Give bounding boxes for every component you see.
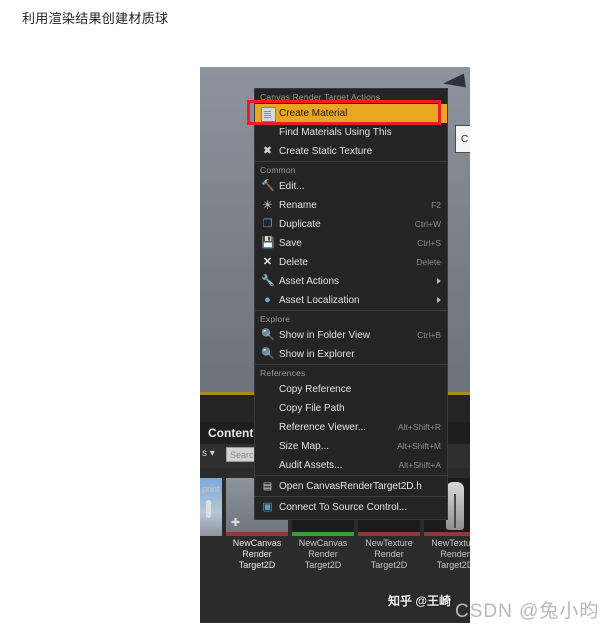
menu-item-size-map[interactable]: Size Map... Alt+Shift+M <box>255 437 447 456</box>
menu-item-label: Save <box>279 238 302 249</box>
menu-item-duplicate[interactable]: ❐ Duplicate Ctrl+W <box>255 215 447 234</box>
close-icon: ✕ <box>262 256 273 268</box>
page-title: 利用渲染结果创建材质球 <box>22 11 169 26</box>
menu-item-delete[interactable]: ✕ Delete Delete <box>255 253 447 272</box>
menu-item-shortcut: Ctrl+B <box>417 330 441 340</box>
menu-item-label: Delete <box>279 257 308 268</box>
menu-item-label: Show in Folder View <box>279 330 370 341</box>
mannequin-icon <box>446 482 464 530</box>
menu-item-shortcut: Ctrl+S <box>417 238 441 248</box>
menu-item-label: Copy File Path <box>279 403 345 414</box>
menu-item-label: Rename <box>279 200 317 211</box>
globe-icon: ● <box>264 294 271 306</box>
asset-type-accent-bar <box>424 532 470 536</box>
chevron-right-icon <box>437 278 441 284</box>
menu-item-edit[interactable]: 🔨 Edit... <box>255 177 447 196</box>
menu-item-shortcut: Delete <box>416 257 441 267</box>
menu-item-find-materials-using-this[interactable]: Find Materials Using This <box>255 123 447 142</box>
menu-item-save[interactable]: 💾 Save Ctrl+S <box>255 234 447 253</box>
menu-item-shortcut: Alt+Shift+M <box>397 441 441 451</box>
menu-item-create-material[interactable]: Create Material <box>255 104 447 123</box>
asset-label: NewCanvas Render Target2D <box>232 538 282 570</box>
menu-item-open-canvasrendertarget2d-h[interactable]: ▤ Open CanvasRenderTarget2D.h <box>255 477 447 496</box>
menu-item-shortcut: Alt+Shift+R <box>398 422 441 432</box>
menu-item-label: Size Map... <box>279 441 330 452</box>
menu-item-label: Connect To Source Control... <box>279 502 408 513</box>
menu-item-copy-reference[interactable]: Copy Reference <box>255 380 447 399</box>
csdn-watermark: CSDN @兔小昀 <box>455 601 600 622</box>
page-root: 利用渲染结果创建材质球 Content s ▾ Search print ✚ Ne… <box>0 0 604 633</box>
filters-dropdown[interactable]: s ▾ <box>202 448 215 459</box>
menu-item-asset-actions[interactable]: 🔧 Asset Actions <box>255 272 447 291</box>
menu-item-connect-to-source-control[interactable]: ▣ Connect To Source Control... <box>255 498 447 517</box>
duplicate-icon: ❐ <box>262 218 273 230</box>
star-icon: ✳ <box>262 198 273 212</box>
asset-label: NewTexture Render Target2D <box>365 538 413 570</box>
menu-item-shortcut: F2 <box>431 200 441 210</box>
menu-item-show-in-folder-view[interactable]: 🔍 Show in Folder View Ctrl+B <box>255 326 447 345</box>
add-icon[interactable]: ✚ <box>230 518 241 529</box>
asset-type-accent-bar <box>226 532 288 536</box>
context-menu[interactable]: Canvas Render Target Actions Create Mater… <box>254 88 448 520</box>
menu-item-label: Find Materials Using This <box>279 127 392 138</box>
menu-item-show-in-explorer[interactable]: 🔍 Show in Explorer <box>255 345 447 364</box>
menu-item-audit-assets[interactable]: Audit Assets... Alt+Shift+A <box>255 456 447 475</box>
magnifier-icon: 🔍 <box>261 329 275 341</box>
menu-section-header: Canvas Render Target Actions <box>260 92 381 102</box>
document-icon <box>261 107 276 122</box>
tooltip: C <box>455 125 470 153</box>
asset-type-accent-bar <box>292 532 354 536</box>
menu-item-reference-viewer[interactable]: Reference Viewer... Alt+Shift+R <box>255 418 447 437</box>
menu-item-label: Asset Localization <box>279 295 360 306</box>
cpp-header-icon: ▤ <box>262 481 273 492</box>
asset-label: NewCanvas Render Target2D <box>298 538 348 570</box>
menu-item-label: Asset Actions <box>279 276 340 287</box>
menu-item-copy-file-path[interactable]: Copy File Path <box>255 399 447 418</box>
menu-section-header: Explore <box>255 310 447 326</box>
menu-item-shortcut: Alt+Shift+A <box>398 460 441 470</box>
save-icon: 💾 <box>261 237 275 249</box>
menu-item-label: Audit Assets... <box>279 460 343 471</box>
hammer-icon: 🔨 <box>261 180 275 192</box>
menu-item-label: Create Material <box>279 108 348 119</box>
asset-label: NewTexture Render Target2D <box>431 538 470 570</box>
source-control-icon: ▣ <box>262 501 273 513</box>
chevron-right-icon <box>437 297 441 303</box>
menu-item-shortcut: Ctrl+W <box>414 219 441 229</box>
menu-item-label: Duplicate <box>279 219 321 230</box>
menu-item-label: Open CanvasRenderTarget2D.h <box>279 481 422 492</box>
asset-type-accent-bar <box>358 532 420 536</box>
tab-content[interactable]: Content <box>208 426 253 440</box>
texture-icon: ✖ <box>262 145 273 157</box>
menu-section-header: Common <box>255 161 447 177</box>
magnifier-icon: 🔍 <box>261 348 275 360</box>
menu-item-label: Copy Reference <box>279 384 352 395</box>
embedded-screenshot: Content s ▾ Search print ✚ NewCanvas Rend… <box>200 67 470 623</box>
menu-item-label: Create Static Texture <box>279 146 373 157</box>
menu-item-label: Show in Explorer <box>279 349 355 360</box>
menu-item-label: Reference Viewer... <box>279 422 367 433</box>
menu-item-label: Edit... <box>279 181 305 192</box>
menu-item-rename[interactable]: ✳ Rename F2 <box>255 196 447 215</box>
zhihu-watermark: 知乎 @王崎 <box>388 594 452 608</box>
wrench-icon: 🔧 <box>261 275 275 287</box>
menu-section-header: References <box>255 364 447 380</box>
menu-item-create-static-texture[interactable]: ✖ Create Static Texture <box>255 142 447 161</box>
menu-item-asset-localization[interactable]: ● Asset Localization <box>255 291 447 310</box>
